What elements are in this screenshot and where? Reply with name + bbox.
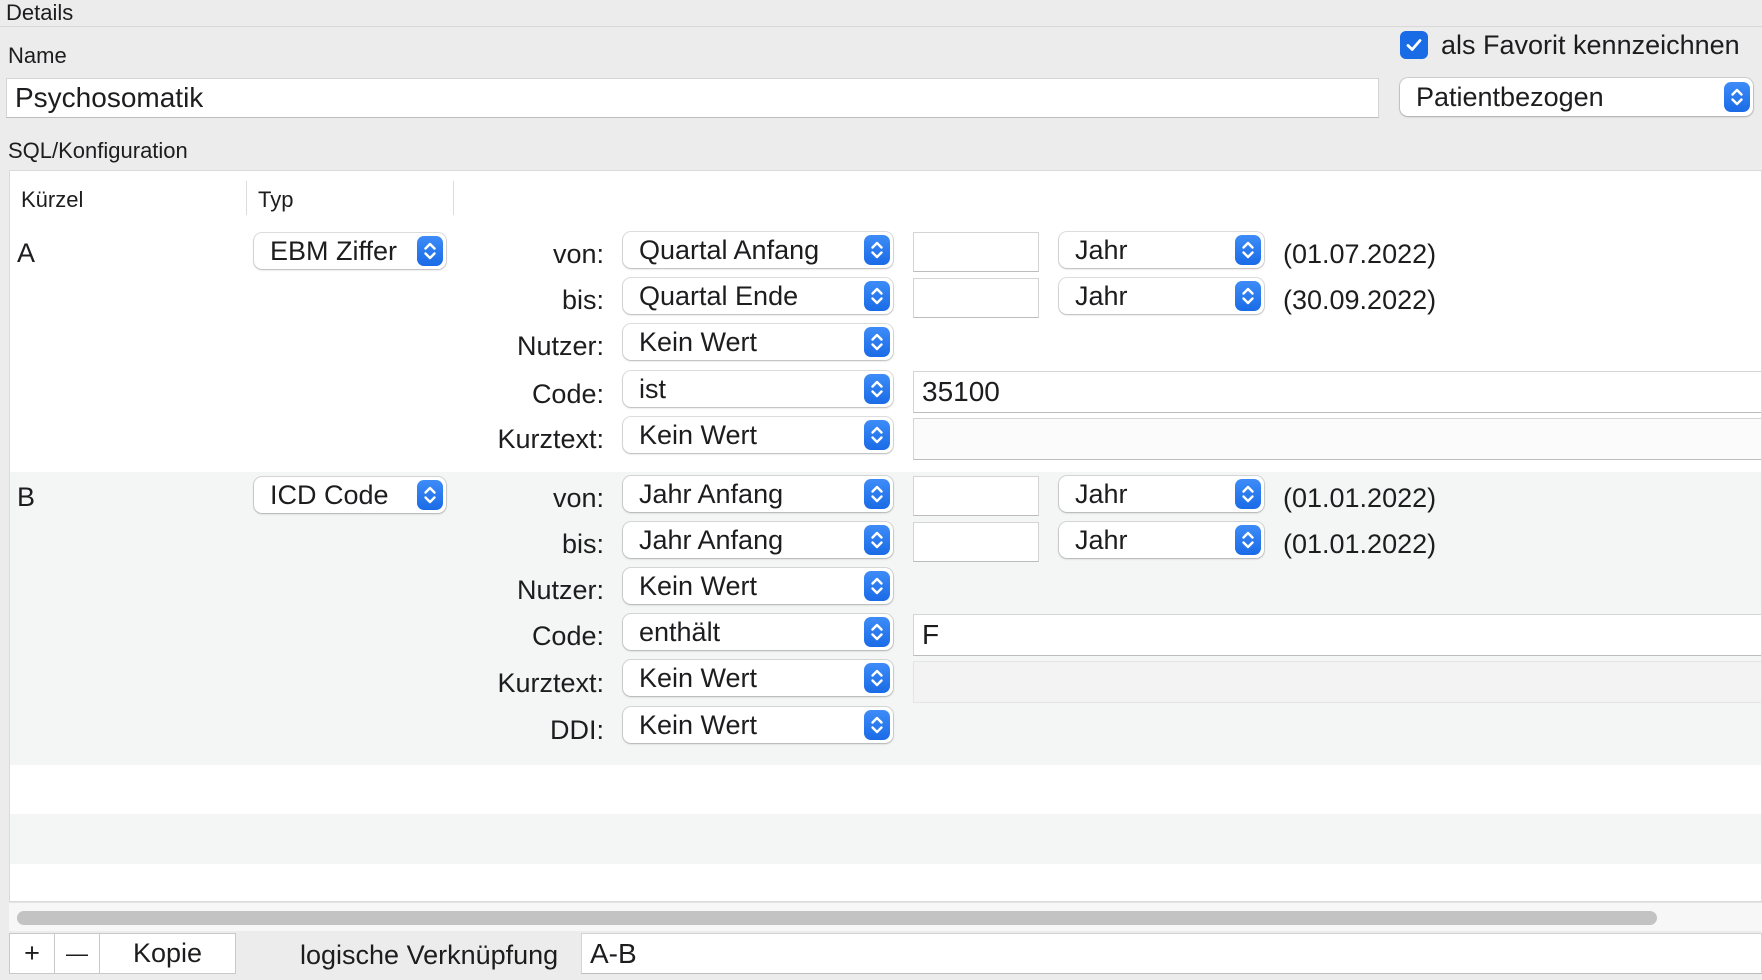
ddi-label: DDI: bbox=[550, 715, 604, 745]
von-popup[interactable]: Quartal Anfang bbox=[623, 232, 893, 268]
bis-label: bis: bbox=[561, 285, 604, 315]
copy-button[interactable]: Kopie bbox=[99, 933, 236, 974]
updown-chevron-icon bbox=[864, 327, 890, 357]
kurztext-label: Kurztext: bbox=[497, 668, 604, 698]
updown-chevron-icon bbox=[1724, 82, 1750, 112]
bis-date: (01.01.2022) bbox=[1283, 529, 1437, 559]
kurztext-popup-value: Kein Wert bbox=[639, 419, 758, 450]
kurztext-label: Kurztext: bbox=[497, 424, 604, 454]
column-divider bbox=[453, 181, 454, 215]
sql-config-label: SQL/Konfiguration bbox=[8, 138, 188, 163]
kurztext-popup-value: Kein Wert bbox=[639, 662, 758, 693]
bis-offset-input[interactable] bbox=[913, 278, 1039, 318]
von-unit-popup[interactable]: Jahr bbox=[1059, 232, 1264, 268]
scrollbar-thumb[interactable] bbox=[17, 911, 1657, 925]
favorite-label: als Favorit kennzeichnen bbox=[1441, 30, 1740, 60]
bis-popup-value: Jahr Anfang bbox=[639, 524, 784, 555]
bis-unit-value: Jahr bbox=[1075, 280, 1128, 311]
nutzer-label: Nutzer: bbox=[516, 331, 604, 361]
updown-chevron-icon bbox=[1235, 479, 1261, 509]
kurztext-popup[interactable]: Kein Wert bbox=[623, 417, 893, 453]
divider bbox=[0, 26, 1762, 27]
nutzer-popup-value: Kein Wert bbox=[639, 326, 758, 357]
updown-chevron-icon bbox=[864, 710, 890, 740]
logic-input[interactable]: A-B bbox=[581, 933, 1762, 974]
nutzer-popup[interactable]: Kein Wert bbox=[623, 568, 893, 604]
nutzer-popup-value: Kein Wert bbox=[639, 570, 758, 601]
code-label: Code: bbox=[531, 621, 604, 651]
updown-chevron-icon bbox=[864, 571, 890, 601]
bis-unit-value: Jahr bbox=[1075, 524, 1128, 555]
bis-popup[interactable]: Jahr Anfang bbox=[623, 522, 893, 558]
bis-popup-value: Quartal Ende bbox=[639, 280, 799, 311]
code-input[interactable]: F bbox=[913, 614, 1761, 656]
config-table: Kürzel Typ A EBM Ziffer von: Quartal Anf… bbox=[9, 170, 1762, 902]
table-header: Kürzel Typ bbox=[10, 171, 1761, 229]
logic-label: logische Verknüpfung bbox=[300, 940, 559, 970]
column-header-typ[interactable]: Typ bbox=[258, 187, 293, 213]
code-operator-popup[interactable]: ist bbox=[623, 371, 893, 407]
column-header-kurzel[interactable]: Kürzel bbox=[21, 187, 83, 213]
von-unit-value: Jahr bbox=[1075, 478, 1128, 509]
typ-popup-value: EBM Ziffer bbox=[270, 235, 398, 266]
bis-popup[interactable]: Quartal Ende bbox=[623, 278, 893, 314]
nutzer-popup[interactable]: Kein Wert bbox=[623, 324, 893, 360]
updown-chevron-icon bbox=[1235, 281, 1261, 311]
kurztext-popup[interactable]: Kein Wert bbox=[623, 660, 893, 696]
updown-chevron-icon bbox=[864, 420, 890, 450]
von-date: (01.07.2022) bbox=[1283, 239, 1437, 269]
updown-chevron-icon bbox=[864, 617, 890, 647]
bis-offset-input[interactable] bbox=[913, 522, 1039, 562]
von-offset-input[interactable] bbox=[913, 232, 1039, 272]
name-label: Name bbox=[8, 43, 67, 68]
remove-button[interactable]: — bbox=[54, 933, 100, 974]
von-popup-value: Quartal Anfang bbox=[639, 234, 820, 265]
updown-chevron-icon bbox=[864, 479, 890, 509]
von-popup-value: Jahr Anfang bbox=[639, 478, 784, 509]
updown-chevron-icon bbox=[864, 663, 890, 693]
table-row-empty bbox=[10, 864, 1761, 901]
row-kurzel: B bbox=[17, 482, 36, 512]
checkmark-icon bbox=[1406, 39, 1422, 51]
updown-chevron-icon bbox=[864, 525, 890, 555]
von-unit-popup[interactable]: Jahr bbox=[1059, 476, 1264, 512]
ddi-popup-value: Kein Wert bbox=[639, 709, 758, 740]
code-input[interactable]: 35100 bbox=[913, 371, 1761, 413]
code-operator-popup[interactable]: enthält bbox=[623, 614, 893, 650]
nutzer-label: Nutzer: bbox=[516, 575, 604, 605]
updown-chevron-icon bbox=[864, 235, 890, 265]
code-label: Code: bbox=[531, 379, 604, 409]
name-input[interactable]: Psychosomatik bbox=[6, 78, 1379, 118]
horizontal-scrollbar[interactable] bbox=[9, 902, 1762, 931]
updown-chevron-icon bbox=[864, 374, 890, 404]
bis-label: bis: bbox=[561, 529, 604, 559]
typ-popup-value: ICD Code bbox=[270, 479, 389, 510]
column-divider bbox=[246, 181, 247, 215]
table-row-empty bbox=[10, 814, 1761, 864]
row-kurzel: A bbox=[17, 238, 36, 268]
kurztext-input[interactable] bbox=[913, 418, 1761, 460]
favorite-checkbox[interactable] bbox=[1400, 31, 1428, 59]
updown-chevron-icon bbox=[864, 281, 890, 311]
ddi-popup[interactable]: Kein Wert bbox=[623, 707, 893, 743]
details-title: Details bbox=[6, 0, 74, 25]
code-operator-value: enthält bbox=[639, 616, 721, 647]
scope-popup-value: Patientbezogen bbox=[1416, 81, 1604, 112]
von-date: (01.01.2022) bbox=[1283, 483, 1437, 513]
von-unit-value: Jahr bbox=[1075, 234, 1128, 265]
scope-popup[interactable]: Patientbezogen bbox=[1400, 78, 1753, 116]
kurztext-input[interactable] bbox=[913, 661, 1761, 703]
table-row-empty bbox=[10, 765, 1761, 814]
updown-chevron-icon bbox=[1235, 525, 1261, 555]
bis-date: (30.09.2022) bbox=[1283, 285, 1437, 315]
von-popup[interactable]: Jahr Anfang bbox=[623, 476, 893, 512]
bis-unit-popup[interactable]: Jahr bbox=[1059, 522, 1264, 558]
updown-chevron-icon bbox=[1235, 235, 1261, 265]
code-operator-value: ist bbox=[639, 373, 666, 404]
add-button[interactable]: + bbox=[9, 933, 55, 974]
von-offset-input[interactable] bbox=[913, 476, 1039, 516]
bis-unit-popup[interactable]: Jahr bbox=[1059, 278, 1264, 314]
von-label: von: bbox=[552, 483, 604, 513]
von-label: von: bbox=[552, 239, 604, 269]
